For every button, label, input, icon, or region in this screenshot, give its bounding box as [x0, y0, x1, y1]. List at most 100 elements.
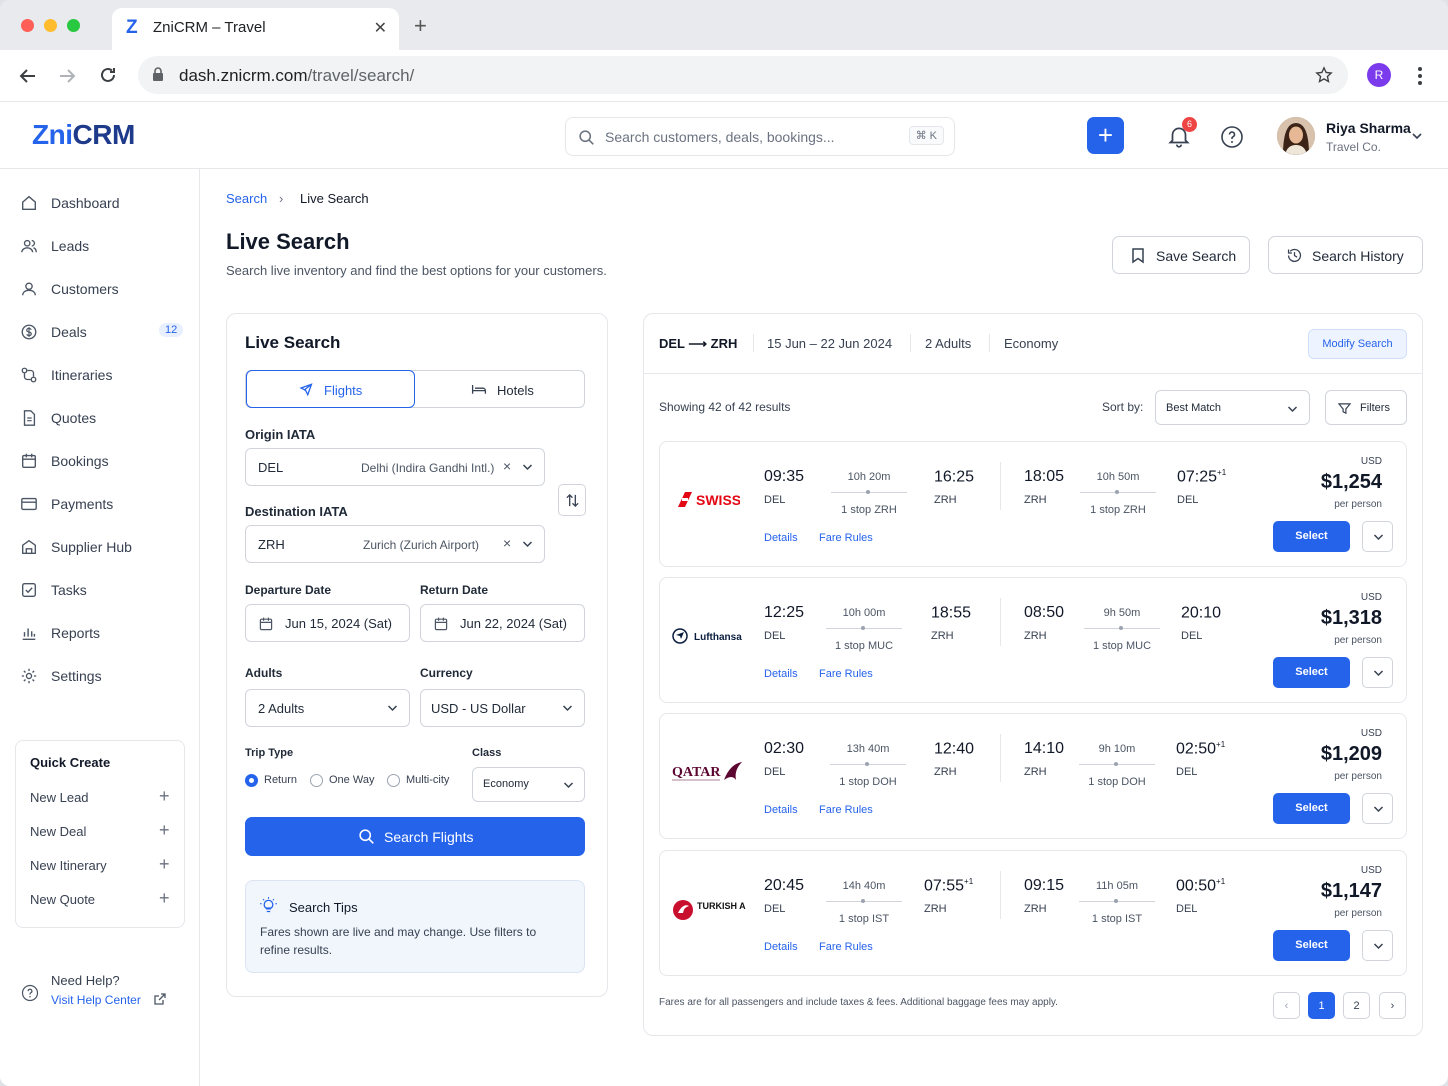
pagination-next-button[interactable]: › [1379, 992, 1406, 1019]
outbound-departure-time: 09:35 [764, 468, 805, 485]
help-icon[interactable] [1220, 125, 1244, 149]
external-link-icon[interactable] [153, 992, 167, 1006]
sidebar-item-customers[interactable]: Customers [20, 275, 190, 303]
details-link[interactable]: Details [764, 668, 798, 680]
back-arrow-icon[interactable] [18, 66, 38, 86]
airline-name: Lufthansa [694, 632, 742, 643]
new-tab-button[interactable]: + [414, 13, 427, 39]
clear-origin-icon[interactable]: × [503, 458, 511, 474]
search-history-button[interactable]: Search History [1268, 236, 1423, 274]
class-select[interactable]: Economy [472, 767, 585, 802]
origin-code: DEL [258, 460, 284, 475]
plus-icon[interactable]: + [159, 854, 170, 875]
swap-airports-button[interactable] [558, 484, 586, 516]
tab-hotels[interactable]: Hotels [416, 371, 586, 407]
filters-button[interactable]: Filters [1325, 390, 1407, 425]
user-avatar[interactable] [1277, 117, 1315, 155]
departure-date-input[interactable]: Jun 15, 2024 (Sat) [245, 604, 410, 642]
sidebar-item-dashboard[interactable]: Dashboard [20, 189, 190, 217]
quick-create-new-quote[interactable]: New Quote [30, 892, 95, 907]
reload-icon[interactable] [98, 65, 118, 85]
return-date-input[interactable]: Jun 22, 2024 (Sat) [420, 604, 585, 642]
chevron-down-icon[interactable] [1411, 131, 1423, 141]
close-window-button[interactable] [21, 19, 34, 32]
quick-create-new-itinerary[interactable]: New Itinerary [30, 858, 107, 873]
expand-flight-button[interactable] [1362, 793, 1393, 824]
bookmark-star-icon[interactable] [1315, 66, 1333, 84]
expand-flight-button[interactable] [1362, 930, 1393, 961]
trip-type-multi-city-radio[interactable] [387, 774, 400, 787]
select-flight-button[interactable]: Select [1273, 657, 1350, 688]
search-placeholder: Search customers, deals, bookings... [605, 129, 835, 145]
trip-type-one-way-radio[interactable] [310, 774, 323, 787]
save-search-button[interactable]: Save Search [1112, 236, 1250, 274]
fare-rules-link[interactable]: Fare Rules [819, 804, 873, 816]
sidebar-item-itineraries[interactable]: Itineraries [20, 361, 190, 389]
outbound-route-line [830, 762, 906, 766]
details-link[interactable]: Details [764, 941, 798, 953]
currency-select[interactable]: USD - US Dollar [420, 689, 585, 727]
plus-icon[interactable]: + [159, 820, 170, 841]
select-flight-button[interactable]: Select [1273, 930, 1350, 961]
destination-select[interactable]: ZRH Zurich (Zurich Airport) × [245, 525, 545, 563]
airline-name: QATAR [672, 765, 721, 780]
results-route: DEL ⟶ ZRH [659, 336, 738, 351]
search-history-label: Search History [1312, 248, 1404, 264]
sidebar-item-supplier-hub[interactable]: Supplier Hub [20, 533, 190, 561]
create-button[interactable]: + [1087, 117, 1124, 154]
browser-menu-icon[interactable] [1412, 66, 1428, 86]
details-link[interactable]: Details [764, 532, 798, 544]
forward-arrow-icon[interactable] [57, 66, 77, 86]
modify-search-button[interactable]: Modify Search [1308, 329, 1407, 359]
pagination-prev-button[interactable]: ‹ [1273, 992, 1300, 1019]
maximize-window-button[interactable] [67, 19, 80, 32]
clear-destination-icon[interactable]: × [503, 535, 511, 551]
airline-logo-qatar: QATAR [672, 760, 744, 784]
app-logo[interactable]: ZniCRM [32, 119, 135, 151]
browser-toolbar: dash.znicrm.com/travel/search/ R [0, 50, 1448, 102]
sidebar-item-settings[interactable]: Settings [20, 662, 190, 690]
sidebar-item-bookings[interactable]: Bookings [20, 447, 190, 475]
airline-name: SWISS [696, 492, 740, 508]
user-company: Travel Co. [1326, 140, 1381, 154]
visit-help-center-link[interactable]: Visit Help Center [51, 993, 141, 1007]
select-flight-button[interactable]: Select [1273, 521, 1350, 552]
sidebar-item-quotes[interactable]: Quotes [20, 404, 190, 432]
sidebar-item-tasks[interactable]: Tasks [20, 576, 190, 604]
fare-rules-link[interactable]: Fare Rules [819, 532, 873, 544]
browser-tab[interactable]: Z ZniCRM – Travel ✕ [112, 8, 399, 50]
address-bar[interactable]: dash.znicrm.com/travel/search/ [138, 56, 1348, 94]
select-flight-button[interactable]: Select [1273, 793, 1350, 824]
fare-rules-link[interactable]: Fare Rules [819, 941, 873, 953]
quick-create-new-deal[interactable]: New Deal [30, 824, 86, 839]
sidebar-item-deals[interactable]: Deals 12 [20, 318, 190, 346]
expand-flight-button[interactable] [1362, 521, 1393, 552]
pagination-page-1[interactable]: 1 [1308, 992, 1335, 1019]
fare-rules-link[interactable]: Fare Rules [819, 668, 873, 680]
origin-select[interactable]: DEL Delhi (Indira Gandhi Intl.) × [245, 448, 545, 486]
global-search-input[interactable]: Search customers, deals, bookings... ⌘ K [565, 117, 955, 156]
details-link[interactable]: Details [764, 804, 798, 816]
sort-select[interactable]: Best Match [1155, 390, 1310, 425]
tab-close-icon[interactable]: ✕ [374, 18, 387, 38]
minimize-window-button[interactable] [44, 19, 57, 32]
pagination-page-2[interactable]: 2 [1343, 992, 1370, 1019]
sidebar-item-reports[interactable]: Reports [20, 619, 190, 647]
plus-icon[interactable]: + [159, 786, 170, 807]
chevron-down-icon[interactable] [522, 463, 533, 471]
tab-flights[interactable]: Flights [246, 370, 415, 408]
expand-flight-button[interactable] [1362, 657, 1393, 688]
plus-icon[interactable]: + [159, 888, 170, 909]
sidebar-item-leads[interactable]: Leads [20, 232, 190, 260]
quick-create-new-lead[interactable]: New Lead [30, 790, 89, 805]
trip-type-return-radio[interactable] [245, 774, 258, 787]
outbound-arrival-time: 07:55+1 [924, 877, 973, 895]
chevron-down-icon[interactable] [522, 540, 533, 548]
adults-select[interactable]: 2 Adults [245, 689, 410, 727]
browser-profile-avatar[interactable]: R [1367, 63, 1391, 87]
breadcrumb-search[interactable]: Search [226, 191, 267, 206]
sidebar-item-payments[interactable]: Payments [20, 490, 190, 518]
sidebar-item-label: Itineraries [51, 367, 113, 383]
search-flights-button[interactable]: Search Flights [245, 817, 585, 856]
checkbox-icon [22, 583, 36, 597]
